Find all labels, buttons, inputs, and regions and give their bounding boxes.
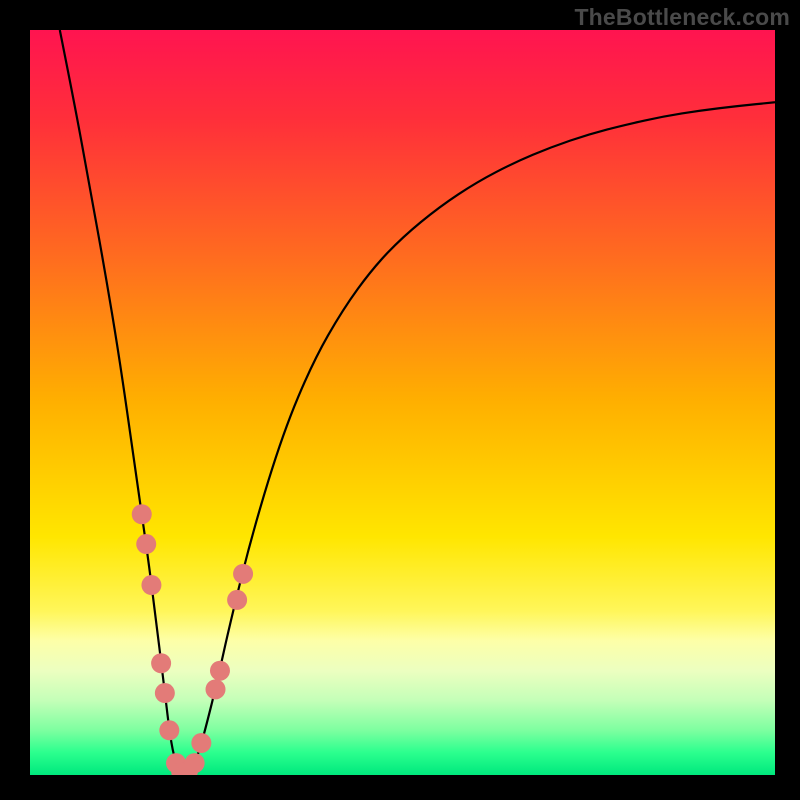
data-marker [141,575,161,595]
data-marker [151,653,171,673]
data-marker [185,753,205,773]
chart-frame: TheBottleneck.com [0,0,800,800]
data-marker [210,661,230,681]
data-marker [136,534,156,554]
data-marker [155,683,175,703]
bottleneck-chart [0,0,800,800]
data-marker [233,564,253,584]
data-marker [132,504,152,524]
watermark-text: TheBottleneck.com [574,4,790,31]
data-marker [191,733,211,753]
data-marker [227,590,247,610]
plot-background [30,30,775,775]
data-marker [206,679,226,699]
data-marker [159,720,179,740]
